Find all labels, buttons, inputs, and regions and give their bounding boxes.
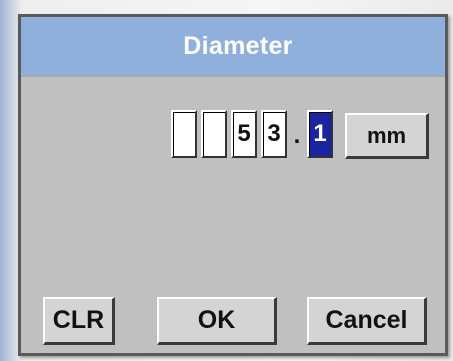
decimal-digit-field[interactable]: 1 xyxy=(307,110,333,158)
decimal-separator: . xyxy=(293,122,301,149)
diameter-dialog: Diameter 5 3 . 1 mm CLR OK Cancel xyxy=(18,14,448,356)
cancel-button[interactable]: Cancel xyxy=(307,297,427,345)
digit-field-3[interactable]: 5 xyxy=(231,110,257,158)
dialog-title: Diameter xyxy=(183,31,293,60)
digit-field-1[interactable] xyxy=(171,110,197,158)
dialog-title-bar: Diameter xyxy=(21,17,445,77)
digit-field-2[interactable] xyxy=(201,110,227,158)
clear-button[interactable]: CLR xyxy=(43,297,115,345)
digit-field-4[interactable]: 3 xyxy=(261,110,287,158)
ok-button[interactable]: OK xyxy=(157,297,277,345)
unit-button[interactable]: mm xyxy=(345,113,429,159)
numeric-entry: 5 3 . 1 xyxy=(171,108,337,160)
